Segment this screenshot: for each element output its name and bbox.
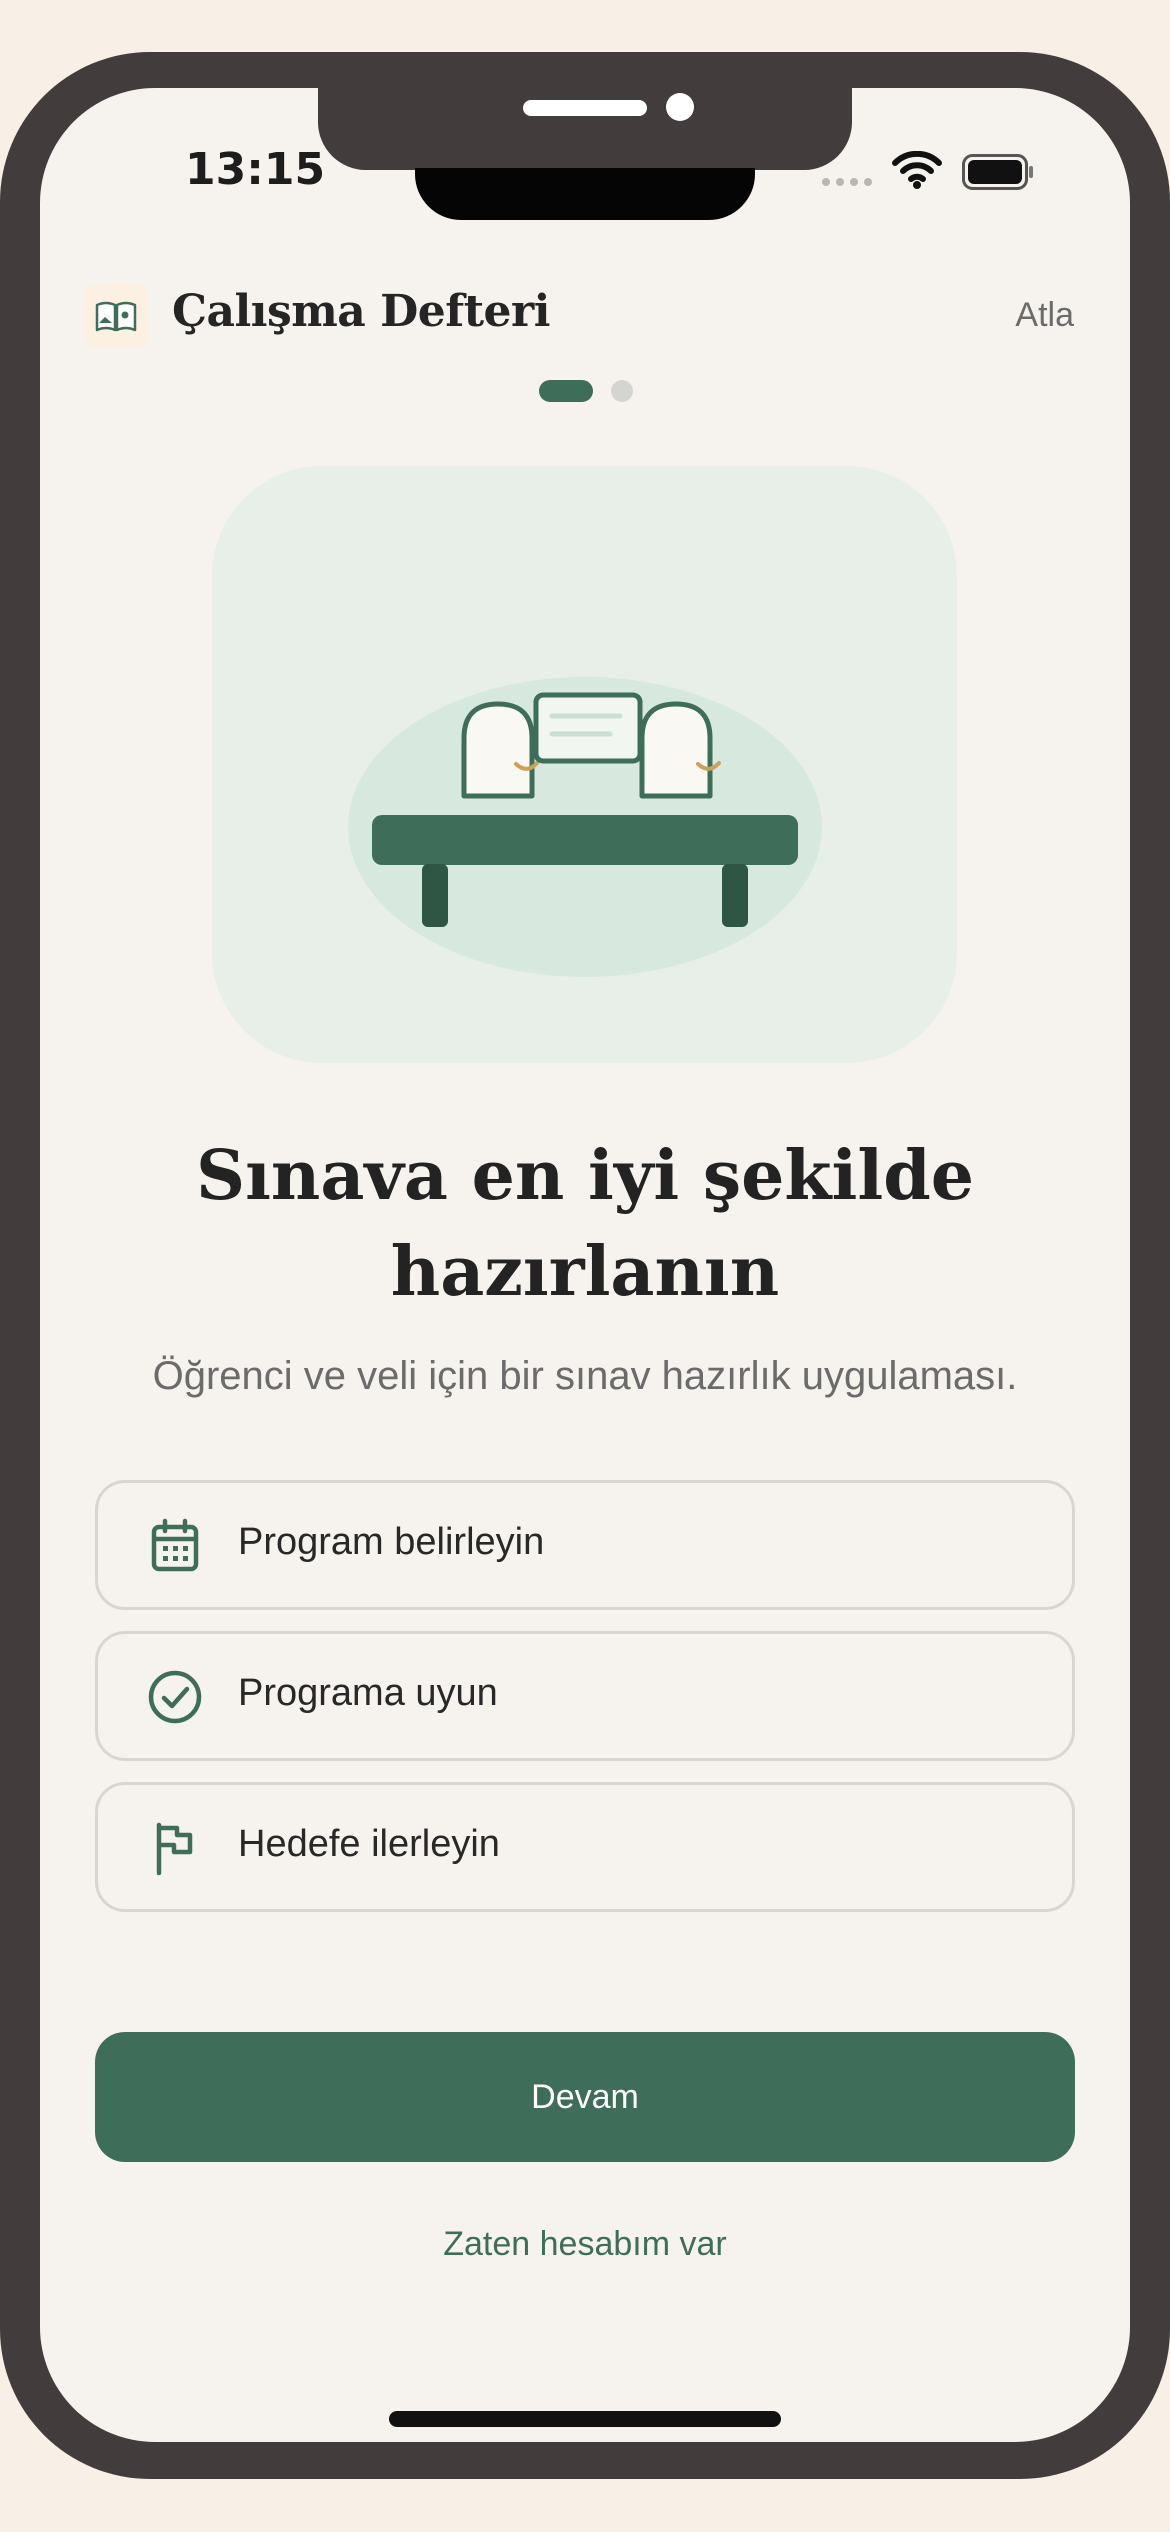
headline-line-2: hazırlanın [390, 1232, 780, 1312]
headline-line-1: Sınava en iyi şekilde [195, 1136, 975, 1216]
page-dot [611, 380, 633, 402]
skip-button[interactable]: Atla [1015, 296, 1074, 335]
continue-button[interactable]: Devam [95, 2032, 1075, 2162]
page-dot-active [539, 380, 593, 402]
cellular-signal-icon [822, 178, 872, 186]
wifi-icon [892, 151, 942, 189]
top-notch [318, 52, 852, 170]
hero-illustration [212, 466, 957, 1063]
dynamic-island [415, 168, 755, 220]
battery-icon [962, 154, 1033, 190]
page-headline: Sınava en iyi şekilde hazırlanın [90, 1128, 1080, 1320]
feature-card-goal: Hedefe ilerleyin [95, 1782, 1075, 1912]
app-logo [84, 284, 148, 348]
home-indicator [389, 2411, 781, 2427]
study-desk-illustration [348, 677, 822, 977]
status-time: 13:15 [185, 144, 326, 195]
feature-card-schedule: Program belirleyin [95, 1480, 1075, 1610]
app-title: Çalışma Defteri [172, 286, 550, 337]
flag-icon [156, 1822, 193, 1876]
open-book-icon [95, 301, 137, 332]
feature-label: Programa uyun [238, 1672, 498, 1714]
camera [666, 93, 694, 121]
speaker [523, 100, 647, 116]
calendar-icon [151, 1518, 199, 1572]
feature-label: Program belirleyin [238, 1521, 545, 1563]
feature-card-follow: Programa uyun [95, 1631, 1075, 1761]
page-indicator [539, 380, 633, 402]
page-subtitle: Öğrenci ve veli için bir sınav hazırlık … [152, 1354, 1018, 1398]
feature-label: Hedefe ilerleyin [238, 1823, 500, 1865]
check-circle-icon [148, 1670, 202, 1724]
existing-account-link[interactable]: Zaten hesabım var [0, 2225, 1170, 2264]
